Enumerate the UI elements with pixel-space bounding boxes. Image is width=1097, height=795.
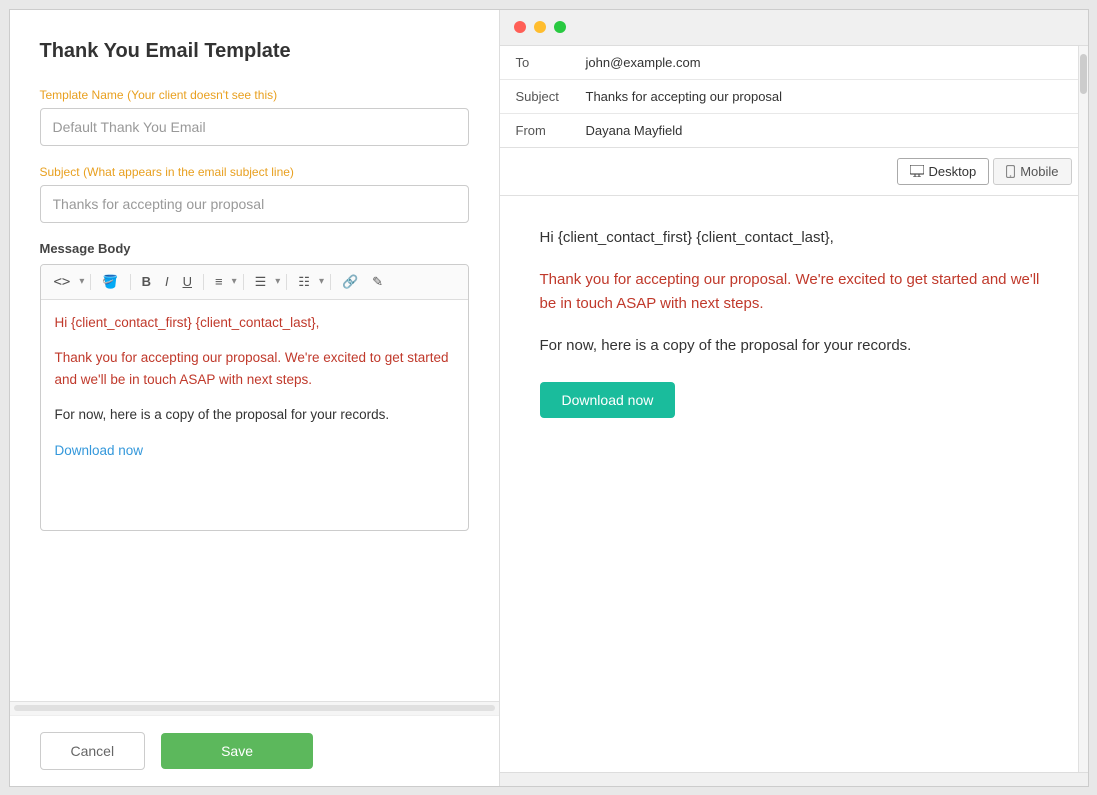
- toolbar-bold-btn[interactable]: B: [137, 271, 156, 292]
- right-horizontal-scrollbar[interactable]: [500, 772, 1088, 786]
- message-editor: <> ▾ 🪣 B I U ≡ ▾ ☰ ▾ ☷ ▾: [40, 264, 469, 531]
- right-panel: To john@example.com Subject Thanks for a…: [500, 10, 1088, 786]
- desktop-icon: [910, 165, 924, 177]
- left-horizontal-scrollbar[interactable]: [10, 701, 499, 715]
- preview-for-now: For now, here is a copy of the proposal …: [540, 334, 1048, 358]
- email-to-value: john@example.com: [586, 55, 701, 70]
- preview-hi-line: Hi {client_contact_first} {client_contac…: [540, 226, 1048, 250]
- left-panel: Thank You Email Template Template Name (…: [10, 10, 500, 786]
- toolbar-align-chevron: ▾: [232, 276, 237, 287]
- download-now-button[interactable]: Download now: [540, 382, 676, 418]
- toolbar-code-btn[interactable]: <>: [49, 271, 76, 293]
- email-subject-label: Subject: [516, 89, 586, 104]
- email-header: To john@example.com Subject Thanks for a…: [500, 46, 1088, 148]
- message-body-label: Message Body: [40, 241, 469, 256]
- mac-close-btn[interactable]: [514, 21, 526, 33]
- desktop-label: Desktop: [929, 164, 977, 179]
- subject-field: Subject (What appears in the email subje…: [40, 164, 469, 241]
- editor-hi-line: Hi {client_contact_first} {client_contac…: [55, 312, 454, 334]
- main-container: Thank You Email Template Template Name (…: [9, 9, 1089, 787]
- editor-download-link[interactable]: Download now: [55, 443, 144, 458]
- cancel-button[interactable]: Cancel: [40, 732, 146, 770]
- right-vscroll-thumb: [1080, 54, 1087, 94]
- toolbar-italic-btn[interactable]: I: [160, 271, 174, 292]
- toolbar-clear-btn[interactable]: ✎: [367, 271, 388, 293]
- h-scroll-track: [14, 705, 495, 711]
- toolbar-sep-2: [130, 274, 131, 290]
- toolbar-sep-5: [286, 274, 287, 290]
- left-content: Thank You Email Template Template Name (…: [10, 10, 499, 701]
- toolbar-sep-1: [90, 274, 91, 290]
- toolbar-sep-6: [330, 274, 331, 290]
- editor-download-link-wrapper: Download now: [55, 440, 454, 462]
- subject-label: Subject (What appears in the email subje…: [40, 164, 469, 179]
- view-toggle: Desktop Mobile: [500, 148, 1088, 196]
- email-subject-row: Subject Thanks for accepting our proposa…: [500, 80, 1088, 114]
- toolbar-sep-4: [243, 274, 244, 290]
- editor-thank-para: Thank you for accepting our proposal. We…: [55, 347, 454, 390]
- toolbar-paint-btn[interactable]: 🪣: [97, 271, 123, 293]
- toolbar-sep-3: [203, 274, 204, 290]
- mac-titlebar: [500, 10, 1088, 46]
- email-to-label: To: [516, 55, 586, 70]
- email-preview: Hi {client_contact_first} {client_contac…: [500, 196, 1088, 772]
- mobile-view-btn[interactable]: Mobile: [993, 158, 1071, 185]
- toolbar-code-chevron: ▾: [79, 276, 84, 287]
- save-button[interactable]: Save: [161, 733, 313, 769]
- email-subject-value: Thanks for accepting our proposal: [586, 89, 783, 104]
- editor-toolbar: <> ▾ 🪣 B I U ≡ ▾ ☰ ▾ ☷ ▾: [41, 265, 468, 300]
- email-to-row: To john@example.com: [500, 46, 1088, 80]
- template-name-field: Template Name (Your client doesn't see t…: [40, 87, 469, 164]
- toolbar-unordered-list-btn[interactable]: ☷: [293, 271, 315, 293]
- mobile-icon: [1006, 165, 1015, 178]
- template-name-label: Template Name (Your client doesn't see t…: [40, 87, 469, 102]
- email-from-row: From Dayana Mayfield: [500, 114, 1088, 147]
- toolbar-align-btn[interactable]: ≡: [210, 271, 228, 292]
- email-from-label: From: [516, 123, 586, 138]
- editor-body[interactable]: Hi {client_contact_first} {client_contac…: [41, 300, 468, 530]
- preview-thank-para: Thank you for accepting our proposal. We…: [540, 268, 1048, 316]
- toolbar-ul-chevron: ▾: [319, 276, 324, 287]
- toolbar-ol-chevron: ▾: [275, 276, 280, 287]
- mobile-label: Mobile: [1020, 164, 1058, 179]
- toolbar-link-btn[interactable]: 🔗: [337, 271, 363, 293]
- toolbar-underline-btn[interactable]: U: [178, 271, 197, 292]
- mac-minimize-btn[interactable]: [534, 21, 546, 33]
- subject-input[interactable]: [40, 185, 469, 223]
- email-from-value: Dayana Mayfield: [586, 123, 683, 138]
- right-vertical-scrollbar[interactable]: [1078, 46, 1088, 772]
- editor-for-now: For now, here is a copy of the proposal …: [55, 404, 454, 426]
- left-footer: Cancel Save: [10, 715, 499, 786]
- panel-title: Thank You Email Template: [40, 40, 469, 63]
- desktop-view-btn[interactable]: Desktop: [897, 158, 990, 185]
- template-name-input[interactable]: [40, 108, 469, 146]
- toolbar-ordered-list-btn[interactable]: ☰: [250, 271, 272, 293]
- mac-maximize-btn[interactable]: [554, 21, 566, 33]
